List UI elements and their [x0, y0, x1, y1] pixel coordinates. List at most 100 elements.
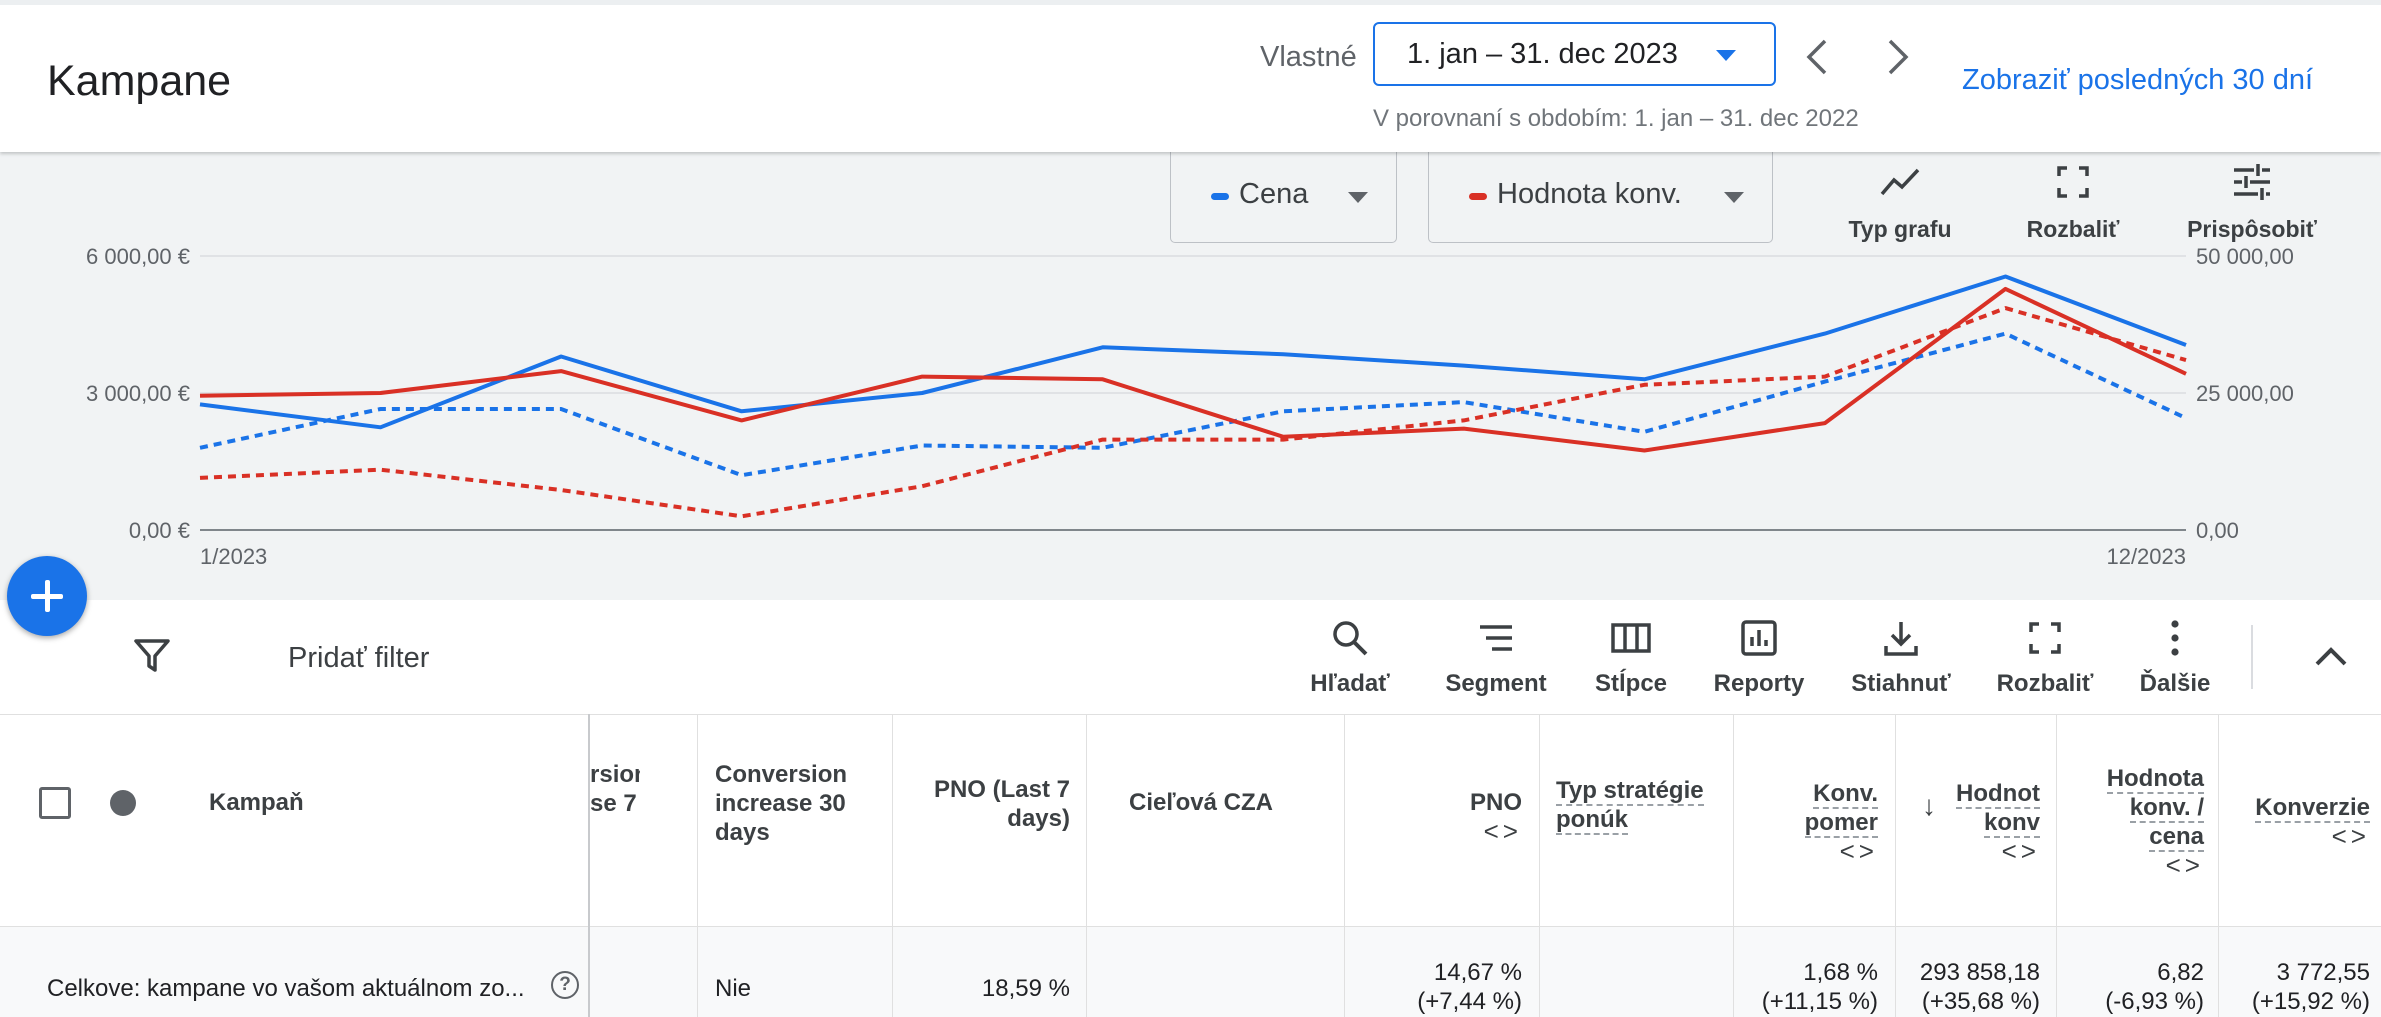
column-header-target-cpa[interactable]: Cieľová CZA	[1129, 788, 1273, 817]
header-line: cena	[2149, 823, 2204, 852]
header-line: pomer	[1804, 809, 1878, 838]
cell-change: (+35,68 %)	[1921, 988, 2040, 1015]
chevron-up-icon[interactable]	[2311, 644, 2351, 670]
comparison-period-text: V porovnaní s obdobím: 1. jan – 31. dec …	[1373, 105, 1859, 132]
series-line-1	[199, 331, 2187, 478]
table-toolbar: Pridať filter Hľadať Segment Stĺpce Repo…	[0, 600, 2381, 714]
cell-pno-last-7: 18,59 %	[981, 975, 1070, 1002]
segment-button[interactable]: Segment	[1442, 618, 1550, 698]
column-divider	[1895, 714, 1896, 1017]
column-header-campaign[interactable]: Kampaň	[209, 788, 304, 817]
sort-descending-icon: ↓	[1922, 790, 1936, 821]
column-divider	[2218, 714, 2219, 1017]
header-line: PNO	[1469, 789, 1522, 816]
column-header-bid-strategy[interactable]: Typ stratégie ponúk	[1556, 776, 1731, 835]
cell-pno: 14,67 % (+7,44 %)	[1350, 958, 1522, 1016]
sort-toggle-icon[interactable]: <>	[2062, 851, 2204, 880]
chevron-left-icon[interactable]	[1797, 35, 1837, 79]
header-line: Conversion	[715, 761, 848, 788]
cell-change: (+11,15 %)	[1761, 988, 1878, 1015]
more-vert-icon	[2171, 620, 2179, 656]
header-line: Konverzie	[2255, 794, 2370, 823]
column-header-pno[interactable]: PNO <>	[1350, 788, 1522, 846]
series-line-3	[199, 306, 2187, 519]
column-header-conversion-increase-30[interactable]: Conversion increase 30 days	[715, 760, 880, 847]
cell-conversion-value-per-cost: 6,82 (-6,93 %)	[2062, 958, 2204, 1016]
show-last-30-days-link[interactable]: Zobraziť posledných 30 dní	[1962, 64, 2313, 97]
performance-line-chart: 0,00 € 3 000,00 € 6 000,00 € 0,00 25 000,00 5…	[86, 244, 2294, 569]
segment-icon	[1480, 625, 1512, 651]
expand-table-label: Rozbaliť	[1996, 670, 2094, 697]
header-line: Hodnota	[2106, 765, 2204, 794]
search-button[interactable]: Hľadať	[1305, 618, 1395, 698]
column-divider	[892, 714, 893, 1017]
header-line: konv	[1983, 809, 2040, 838]
header-line: days	[715, 819, 770, 846]
sort-toggle-icon[interactable]: <>	[1350, 817, 1522, 846]
sort-toggle-icon[interactable]: <>	[2222, 822, 2370, 851]
column-header-pno-last-7[interactable]: PNO (Last 7 days)	[900, 775, 1070, 833]
header-line: ponúk	[1556, 806, 1628, 835]
search-icon	[1333, 621, 1368, 656]
total-row-label: Celkove: kampane vo vašom aktuálnom zo..…	[47, 975, 525, 1002]
column-header-conversion-value-per-cost[interactable]: Hodnota konv. / cena <>	[2062, 764, 2204, 880]
segment-label: Segment	[1445, 670, 1547, 697]
add-filter-button[interactable]: Pridať filter	[288, 642, 429, 675]
columns-label: Stĺpce	[1594, 670, 1668, 697]
header-line: Hodnot	[1956, 780, 2040, 809]
add-campaign-fab[interactable]	[7, 556, 87, 636]
reports-button[interactable]: Reporty	[1711, 618, 1807, 698]
header-line: days)	[1007, 805, 1070, 832]
cell-change: (+7,44 %)	[1417, 988, 1522, 1015]
column-header-conversion-value[interactable]: ↓ Hodnot konv <>	[1900, 779, 2040, 866]
select-all-checkbox[interactable]	[39, 787, 71, 819]
campaigns-page: Kampane Vlastné 1. jan – 31. dec 2023 V …	[0, 0, 2381, 1017]
download-button[interactable]: Stiahnuť	[1849, 618, 1953, 698]
cell-conversion-increase-30: Nie	[715, 975, 752, 1002]
status-dot-icon	[110, 790, 136, 816]
cell-value: 293 858,18	[1919, 959, 2040, 986]
cell-conversion-value: 293 858,18 (+35,68 %)	[1900, 958, 2040, 1016]
header-line: konv. /	[2129, 794, 2204, 823]
sort-toggle-icon[interactable]: <>	[1740, 837, 1878, 866]
column-divider	[697, 714, 698, 1017]
date-range-label: Vlastné	[1260, 41, 1357, 73]
more-button[interactable]: Ďalšie	[2133, 618, 2217, 698]
y-right-tick-label: 50 000,00	[2196, 244, 2294, 269]
header-line: rsion	[590, 761, 640, 788]
filter-icon[interactable]	[133, 637, 171, 675]
cell-value: 6,82	[2157, 959, 2204, 986]
date-range-select[interactable]: 1. jan – 31. dec 2023	[1373, 22, 1776, 86]
header-line: PNO (Last 7	[933, 776, 1070, 803]
bar-chart-icon	[1741, 620, 1777, 656]
y-left-tick-label: 0,00 €	[129, 518, 190, 543]
search-label: Hľadať	[1310, 670, 1390, 697]
help-icon[interactable]: ?	[551, 971, 579, 999]
sort-toggle-icon[interactable]: <>	[1900, 837, 2040, 866]
cell-value: 14,67 %	[1433, 959, 1522, 986]
column-header-conversion-rate[interactable]: Konv. pomer <>	[1740, 779, 1878, 866]
y-right-tick-label: 25 000,00	[2196, 381, 2294, 406]
toolbar-divider	[2251, 625, 2253, 689]
download-label: Stiahnuť	[1851, 670, 1951, 697]
header-line: se 7	[590, 790, 637, 817]
cell-change: (+15,92 %)	[2251, 988, 2370, 1015]
cell-value: 3 772,55	[2276, 959, 2370, 986]
page-header: Kampane Vlastné 1. jan – 31. dec 2023 V …	[0, 0, 2381, 152]
cell-conversions: 3 772,55 (+15,92 %)	[2222, 958, 2370, 1016]
columns-icon	[1611, 623, 1651, 653]
column-header-conversion-increase-7[interactable]: rsion se 7	[590, 760, 640, 818]
download-icon	[1884, 622, 1918, 656]
column-divider	[1344, 714, 1345, 1017]
column-divider	[1086, 714, 1087, 1017]
fullscreen-icon	[2029, 622, 2061, 654]
column-header-conversions[interactable]: Konverzie <>	[2222, 793, 2370, 851]
chevron-right-icon[interactable]	[1878, 35, 1918, 79]
more-label: Ďalšie	[2139, 670, 2211, 697]
expand-table-button[interactable]: Rozbaliť	[1995, 618, 2095, 698]
cell-conversion-rate: 1,68 % (+11,15 %)	[1740, 958, 1878, 1016]
columns-button[interactable]: Stĺpce	[1590, 618, 1672, 698]
y-left-tick-label: 6 000,00 €	[86, 244, 190, 269]
column-divider	[1539, 714, 1540, 1017]
header-line: Konv.	[1813, 780, 1878, 809]
